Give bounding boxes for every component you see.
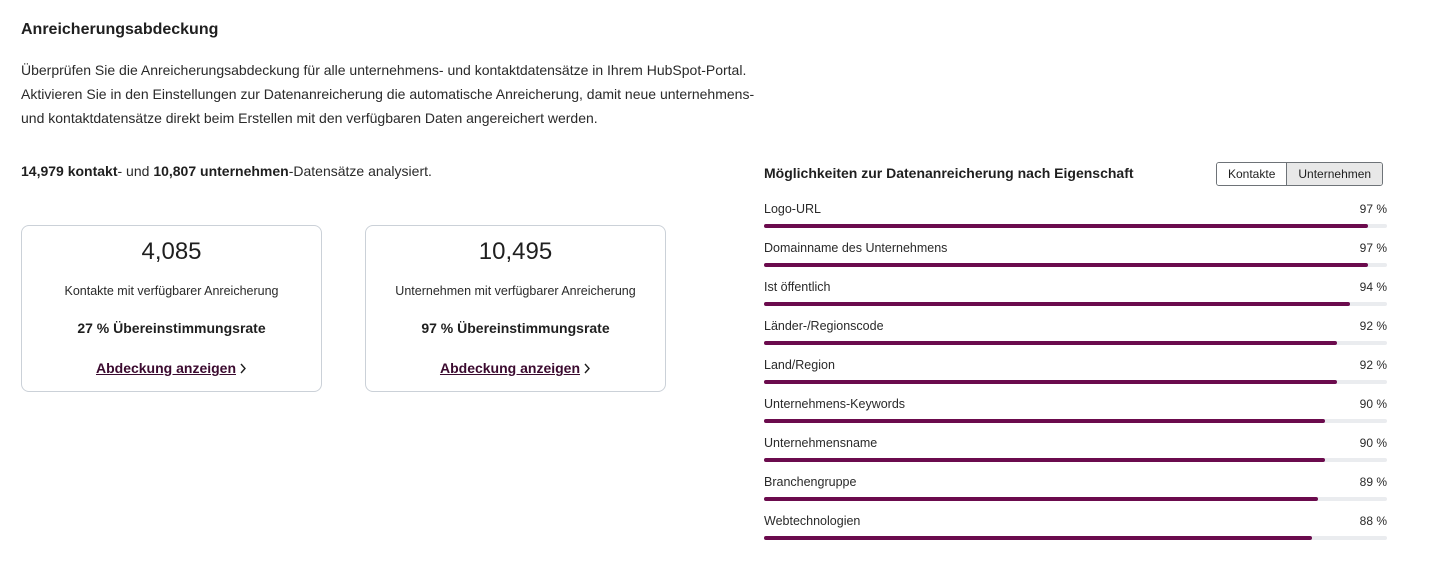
property-name: Webtechnologien: [764, 514, 861, 528]
contacts-enrichment-count: 4,085: [141, 238, 202, 265]
companies-match-rate: 97 % Übereinstimmungsrate: [421, 320, 610, 336]
property-name: Branchengruppe: [764, 475, 857, 489]
toggle-companies[interactable]: Unternehmen: [1286, 163, 1383, 185]
property-bar-track: [764, 497, 1387, 501]
properties-panel-title: Möglichkeiten zur Datenanreicherung nach…: [764, 165, 1134, 181]
chevron-right-icon: [239, 360, 247, 376]
companies-enrichment-count: 10,495: [478, 238, 553, 265]
companies-enrichment-label: Unternehmen mit verfügbarer Anreicherung: [395, 284, 636, 298]
property-bar-track: [764, 419, 1387, 423]
chevron-right-icon: [583, 360, 591, 376]
property-name: Unternehmens-Keywords: [764, 397, 906, 411]
contacts-match-rate: 27 % Übereinstimmungsrate: [77, 320, 266, 336]
page-title: Anreicherungsabdeckung: [21, 21, 219, 38]
intro-text: Überprüfen Sie die Anreicherungsabdeckun…: [21, 58, 821, 130]
property-row: Webtechnologien 88 %: [764, 512, 1387, 551]
property-percent: 90 %: [1359, 397, 1387, 411]
companies-view-coverage-link[interactable]: Abdeckung anzeigen: [366, 360, 665, 376]
property-bar-fill: [764, 302, 1350, 306]
property-bar-track: [764, 341, 1387, 345]
property-name: Länder-/Regionscode: [764, 319, 884, 333]
property-percent: 97 %: [1359, 202, 1387, 216]
analysis-summary: 14,979 kontakt- und 10,807 unternehmen-D…: [21, 163, 432, 179]
property-row: Domainname des Unternehmens 97 %: [764, 239, 1387, 278]
property-percent: 92 %: [1359, 319, 1387, 333]
companies-enrichment-card: 10,495 Unternehmen mit verfügbarer Anrei…: [365, 225, 666, 392]
property-bar-track: [764, 302, 1387, 306]
property-bar-track: [764, 536, 1387, 540]
property-row: Unternehmensname 90 %: [764, 434, 1387, 473]
toggle-contacts[interactable]: Kontakte: [1217, 163, 1287, 185]
property-bar-fill: [764, 497, 1319, 501]
contacts-enrichment-label: Kontakte mit verfügbarer Anreicherung: [64, 284, 279, 298]
property-percent: 92 %: [1359, 358, 1387, 372]
contacts-enrichment-card: 4,085 Kontakte mit verfügbarer Anreicher…: [21, 225, 322, 392]
property-percent: 89 %: [1359, 475, 1387, 489]
intro-line: und kontaktdatensätze direkt beim Erstel…: [21, 110, 598, 126]
property-bar-fill: [764, 263, 1369, 267]
property-bar-fill: [764, 419, 1325, 423]
property-percent: 90 %: [1359, 436, 1387, 450]
summary-companies-count: 10,807 unternehmen: [153, 163, 289, 179]
property-bar-track: [764, 224, 1387, 228]
property-name: Logo-URL: [764, 202, 821, 216]
property-percent: 88 %: [1359, 514, 1387, 528]
property-percent: 94 %: [1359, 280, 1387, 294]
record-type-toggle: Kontakte Unternehmen: [1216, 162, 1384, 186]
property-name: Land/Region: [764, 358, 835, 372]
property-bar-track: [764, 458, 1387, 462]
property-percent: 97 %: [1359, 241, 1387, 255]
property-bar-fill: [764, 341, 1338, 345]
summary-contacts-count: 14,979 kontakt: [21, 163, 118, 179]
property-bar-fill: [764, 536, 1313, 540]
property-bar-track: [764, 380, 1387, 384]
property-bar-fill: [764, 224, 1369, 228]
property-name: Unternehmensname: [764, 436, 878, 450]
property-row: Land/Region 92 %: [764, 356, 1387, 395]
property-row: Logo-URL 97 %: [764, 200, 1387, 239]
property-row: Länder-/Regionscode 92 %: [764, 317, 1387, 356]
intro-line: Aktivieren Sie in den Einstellungen zur …: [21, 86, 755, 102]
property-bar-track: [764, 263, 1387, 267]
property-coverage-list: Logo-URL 97 % Domainname des Unternehmens 9…: [764, 200, 1387, 551]
property-row: Ist öffentlich 94 %: [764, 278, 1387, 317]
intro-line: Überprüfen Sie die Anreicherungsabdeckun…: [21, 62, 747, 78]
property-name: Ist öffentlich: [764, 280, 831, 294]
companies-view-coverage-label: Abdeckung anzeigen: [439, 360, 581, 376]
property-bar-fill: [764, 458, 1325, 462]
contacts-view-coverage-link[interactable]: Abdeckung anzeigen: [22, 360, 321, 376]
property-bar-fill: [764, 380, 1338, 384]
property-row: Unternehmens-Keywords 90 %: [764, 395, 1387, 434]
summary-between: - und: [117, 163, 154, 179]
contacts-view-coverage-label: Abdeckung anzeigen: [95, 360, 237, 376]
property-row: Branchengruppe 89 %: [764, 473, 1387, 512]
summary-suffix: -Datensätze analysiert.: [288, 163, 432, 179]
property-name: Domainname des Unternehmens: [764, 241, 948, 255]
